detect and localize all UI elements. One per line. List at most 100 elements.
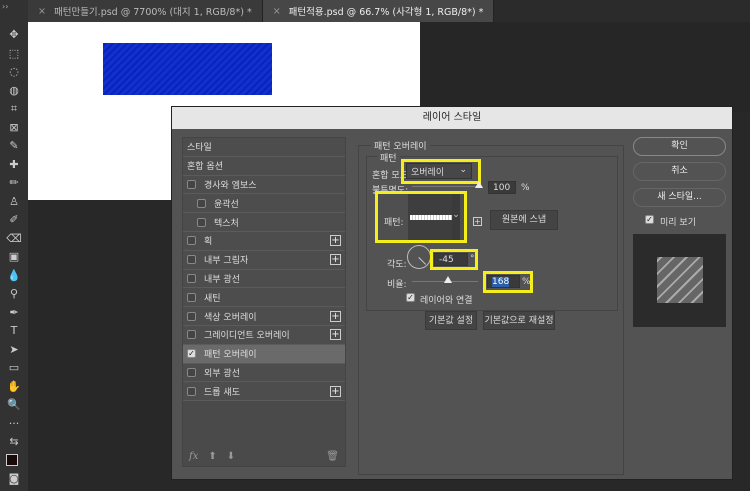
history-brush-icon[interactable]: ✐ <box>4 211 24 230</box>
zoom-tool-icon[interactable]: 🔍 <box>4 396 24 415</box>
style-label: 그레이디언트 오버레이 <box>204 331 290 342</box>
style-list-item[interactable]: 경사와 엠보스 <box>183 175 345 195</box>
style-checkbox[interactable] <box>187 367 196 377</box>
add-instance-plus-icon[interactable]: + <box>330 385 341 397</box>
style-list-item[interactable]: ✓ 패턴 오버레이 <box>183 344 345 364</box>
style-checkbox[interactable] <box>187 386 196 396</box>
move-down-icon[interactable]: ⬇ <box>227 451 235 462</box>
style-checkbox[interactable] <box>197 217 206 227</box>
tab-pattern-apply[interactable]: × 패턴적용.psd @ 66.7% (사각형 1, RGB/8*) * <box>262 0 495 22</box>
highlight-box <box>375 191 467 243</box>
new-preset-plus-icon[interactable]: + <box>473 217 482 226</box>
snap-to-origin-button[interactable]: 원본에 스냅 <box>490 210 558 230</box>
blur-tool-icon[interactable]: 💧 <box>4 267 24 286</box>
link-with-layer-checkbox[interactable]: ✓ <box>406 293 415 302</box>
add-instance-plus-icon[interactable]: + <box>330 310 341 322</box>
quick-select-tool-icon[interactable]: ◍ <box>4 82 24 101</box>
close-icon[interactable]: × <box>38 6 46 17</box>
style-label: 스타일 <box>187 143 212 154</box>
style-list-item[interactable]: 내부 그림자 + <box>183 250 345 270</box>
frame-tool-icon[interactable]: ⊠ <box>4 119 24 138</box>
style-checkbox[interactable] <box>187 330 196 340</box>
marquee-tool-icon[interactable]: ⬚ <box>4 45 24 64</box>
style-list-item[interactable]: 윤곽선 <box>183 194 345 214</box>
style-list-item[interactable]: 그레이디언트 오버레이 + <box>183 325 345 345</box>
style-list-item[interactable]: 내부 광선 <box>183 269 345 289</box>
crop-tool-icon[interactable]: ⌗ <box>4 100 24 119</box>
list-footer: fx ⬆ ⬇ 🗑 <box>189 451 339 462</box>
add-instance-plus-icon[interactable]: + <box>330 235 341 247</box>
angle-dial[interactable] <box>407 245 431 269</box>
color-swatches-icon[interactable] <box>4 452 24 471</box>
style-list-item[interactable]: 새틴 <box>183 288 345 308</box>
angle-label: 각도: <box>387 260 407 270</box>
style-list-item[interactable]: 외부 광선 <box>183 363 345 383</box>
style-list-item[interactable]: 색상 오버레이 + <box>183 307 345 326</box>
eraser-tool-icon[interactable]: ⌫ <box>4 230 24 249</box>
opacity-input[interactable]: 100 <box>488 181 516 194</box>
ok-button[interactable]: 확인 <box>633 137 726 156</box>
dialog-title: 레이어 스타일 <box>172 107 732 129</box>
style-list-item[interactable]: 혼합 옵션 <box>183 156 345 176</box>
hand-tool-icon[interactable]: ✋ <box>4 378 24 397</box>
tab-label: 패턴적용.psd @ 66.7% (사각형 1, RGB/8*) * <box>288 7 484 18</box>
opacity-slider[interactable] <box>412 186 482 187</box>
path-select-icon[interactable]: ➤ <box>4 341 24 360</box>
style-label: 새틴 <box>204 293 221 304</box>
opacity-slider-thumb[interactable] <box>475 181 483 188</box>
more-tools-icon[interactable]: ··· <box>4 415 24 434</box>
style-label: 혼합 옵션 <box>187 162 223 173</box>
move-tool-icon[interactable]: ✥ <box>4 26 24 45</box>
add-instance-plus-icon[interactable]: + <box>330 329 341 341</box>
style-list-item[interactable]: 텍스처 <box>183 213 345 232</box>
reset-default-button[interactable]: 기본값으로 재설정 <box>483 311 555 330</box>
style-label: 획 <box>204 237 213 248</box>
stamp-tool-icon[interactable]: ♙ <box>4 193 24 212</box>
style-checkbox[interactable] <box>187 179 196 189</box>
style-checkbox[interactable]: ✓ <box>187 349 196 359</box>
move-up-icon[interactable]: ⬆ <box>208 451 216 462</box>
highlight-box <box>483 271 533 293</box>
scale-label: 비율: <box>387 280 407 290</box>
gradient-tool-icon[interactable]: ▣ <box>4 248 24 267</box>
scale-slider-thumb[interactable] <box>444 276 452 283</box>
pen-tool-icon[interactable]: ✒ <box>4 304 24 323</box>
highlight-box <box>401 159 481 184</box>
eyedropper-tool-icon[interactable]: ✎ <box>4 137 24 156</box>
panel-collapse-icon[interactable]: ›› <box>0 0 28 22</box>
preview-swatch <box>657 257 703 303</box>
add-instance-plus-icon[interactable]: + <box>330 254 341 266</box>
style-list-item[interactable]: 스타일 <box>183 138 345 157</box>
style-checkbox[interactable] <box>187 292 196 302</box>
style-label: 텍스처 <box>214 218 239 229</box>
style-label: 경사와 엠보스 <box>204 180 257 191</box>
close-icon[interactable]: × <box>273 6 281 17</box>
preview-label: 미리 보기 <box>660 218 696 228</box>
cancel-button[interactable]: 취소 <box>633 162 726 181</box>
style-checkbox[interactable] <box>187 273 196 283</box>
fx-icon[interactable]: fx <box>189 451 198 462</box>
style-checkbox[interactable] <box>187 255 196 265</box>
style-checkbox[interactable] <box>187 311 196 321</box>
shape-tool-icon[interactable]: ▭ <box>4 359 24 378</box>
quick-mask-icon[interactable]: ◙ <box>4 470 24 489</box>
new-style-button[interactable]: 새 스타일... <box>633 188 726 207</box>
style-list: 스타일 혼합 옵션 경사와 엠보스 윤곽선 텍스처 획 + 내부 그림자 + 내부 광선 새틴 색상 … <box>182 137 346 467</box>
swap-colors-icon[interactable]: ⇆ <box>4 433 24 452</box>
style-list-item[interactable]: 드롭 섀도 + <box>183 382 345 402</box>
brush-tool-icon[interactable]: ✏ <box>4 174 24 193</box>
style-checkbox[interactable] <box>187 236 196 246</box>
healing-tool-icon[interactable]: ✚ <box>4 156 24 175</box>
trash-icon[interactable]: 🗑 <box>326 451 339 462</box>
pattern-rectangle <box>103 43 272 95</box>
tab-pattern-make[interactable]: × 패턴만들기.psd @ 7700% (대지 1, RGB/8*) * <box>28 0 263 22</box>
link-with-layer-label: 레이어와 연결 <box>420 296 473 306</box>
make-default-button[interactable]: 기본값 설정 <box>425 311 477 330</box>
dodge-tool-icon[interactable]: ⚲ <box>4 285 24 304</box>
type-tool-icon[interactable]: T <box>4 322 24 341</box>
lasso-tool-icon[interactable]: ◌ <box>4 63 24 82</box>
preview-checkbox[interactable]: ✓ <box>645 215 654 224</box>
highlight-box <box>430 249 478 270</box>
style-checkbox[interactable] <box>197 198 206 208</box>
style-list-item[interactable]: 획 + <box>183 231 345 251</box>
